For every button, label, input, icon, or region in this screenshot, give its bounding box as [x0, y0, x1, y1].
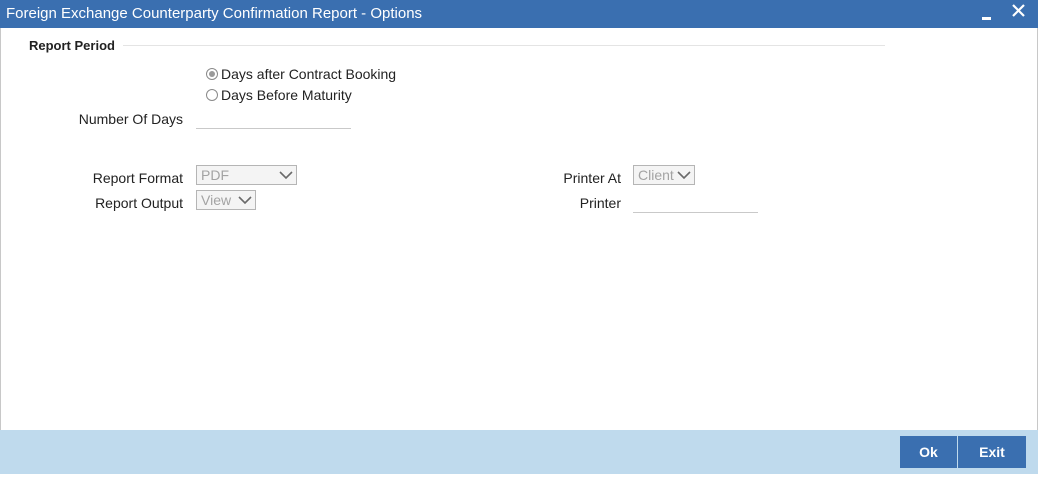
radio-button[interactable] — [206, 89, 218, 101]
close-icon[interactable] — [1010, 1, 1028, 23]
ok-button[interactable]: Ok — [900, 436, 957, 468]
printer-input[interactable] — [633, 212, 758, 213]
footer-bar: Ok Exit — [0, 430, 1038, 474]
chevron-down-icon — [677, 171, 691, 180]
minimize-icon[interactable] — [980, 9, 994, 23]
printer-label: Printer — [579, 195, 621, 211]
report-output-label: Report Output — [95, 195, 183, 211]
options-panel: Report Period Days after Contract Bookin… — [0, 28, 1038, 430]
window-titlebar: Foreign Exchange Counterparty Confirmati… — [0, 0, 1038, 28]
section-divider — [123, 45, 885, 46]
window-title: Foreign Exchange Counterparty Confirmati… — [6, 5, 423, 22]
radio-label: Days after Contract Booking — [221, 66, 397, 82]
number-of-days-input[interactable] — [196, 128, 351, 129]
radio-days-after-booking[interactable]: Days after Contract Booking — [206, 66, 396, 82]
report-format-select[interactable]: PDF — [196, 165, 297, 185]
report-format-value: PDF — [201, 167, 229, 183]
report-output-value: View — [201, 192, 232, 208]
printer-at-label: Printer At — [563, 170, 621, 186]
report-format-label: Report Format — [92, 170, 183, 186]
report-period-heading: Report Period — [29, 38, 115, 53]
radio-button-selected[interactable] — [206, 68, 218, 80]
radio-label: Days Before Maturity — [221, 87, 352, 103]
chevron-down-icon — [279, 171, 293, 180]
window-bottom-edge — [0, 474, 1038, 483]
radio-days-before-maturity[interactable]: Days Before Maturity — [206, 87, 352, 103]
printer-at-select[interactable]: Client — [633, 165, 695, 185]
printer-at-value: Client — [638, 167, 674, 183]
exit-button[interactable]: Exit — [958, 436, 1026, 468]
number-of-days-label: Number Of Days — [78, 111, 183, 127]
chevron-down-icon — [238, 196, 252, 205]
report-output-select[interactable]: View — [196, 190, 256, 210]
